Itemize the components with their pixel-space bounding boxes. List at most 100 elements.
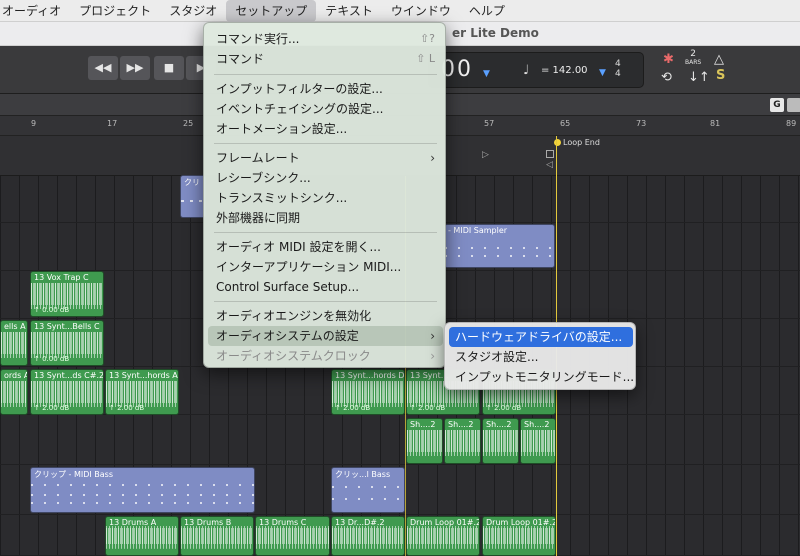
midi-region[interactable]: クリップ - MIDI Bass xyxy=(30,467,255,513)
bars-label: BARS xyxy=(685,59,702,66)
lcd-display[interactable]: 00 ▼ ♩ = 142.00 ▼ 4 4 xyxy=(428,52,644,88)
region-label: クリップ - MIDI Bass xyxy=(34,470,114,479)
solo-button[interactable]: S xyxy=(716,68,725,83)
snap-button[interactable] xyxy=(787,98,800,112)
menu-item-label: トランスミットシンク... xyxy=(216,191,348,205)
rewind-button[interactable]: ◀◀ xyxy=(88,56,118,80)
menu-separator xyxy=(214,74,437,75)
stop-button[interactable]: ■ xyxy=(154,56,184,80)
metronome-icon[interactable]: △ xyxy=(714,52,724,67)
punch-icon[interactable]: ↓↑ xyxy=(688,70,710,85)
menu-item-transmit-sync[interactable]: トランスミットシンク... xyxy=(208,188,443,208)
region-label: Sh....2 xyxy=(410,420,436,429)
menu-item-label: 外部機器に同期 xyxy=(216,211,301,225)
bar-number: 17 xyxy=(107,119,118,128)
bars-counter[interactable]: 2 BARS xyxy=(685,50,701,67)
region-label: - MIDI Sampler xyxy=(448,226,508,235)
audio-region[interactable]: 13 Synt...hords D ↑ 2.00 dB xyxy=(331,369,405,415)
submenu-item-label: スタジオ設定... xyxy=(455,350,539,364)
audio-region[interactable]: Sh....2 xyxy=(520,418,556,464)
audio-region[interactable]: Sh....2 xyxy=(406,418,443,464)
audio-region[interactable]: 13 Drums A xyxy=(105,516,179,556)
menu-item-label: レシーブシンク... xyxy=(216,171,311,185)
audio-region[interactable]: Sh....2 xyxy=(444,418,481,464)
menu-item-input-filter[interactable]: インプットフィルターの設定... xyxy=(208,79,443,99)
audio-region[interactable]: 13 Synt...hords A ↑ 2.00 dB xyxy=(105,369,179,415)
submenu-item-hardware-driver[interactable]: ハードウェアドライバの設定... xyxy=(449,327,633,347)
region-label: 13 Synt...Bells C xyxy=(34,322,100,331)
menu-item-label: オートメーション設定... xyxy=(216,122,348,136)
menu-window[interactable]: ウインドウ xyxy=(382,0,460,22)
audio-region[interactable]: 13 Drums B xyxy=(180,516,254,556)
cycle-icon[interactable]: ⟲ xyxy=(661,70,672,85)
menu-item-commands[interactable]: コマンド ⇧ L xyxy=(208,49,443,69)
record-icon[interactable]: ✱ xyxy=(663,52,674,67)
menu-item-run-command[interactable]: コマンド実行... ⇧? xyxy=(208,29,443,49)
submenu-item-input-monitoring[interactable]: インプットモニタリングモード... xyxy=(449,367,634,387)
bar-number: 65 xyxy=(560,119,571,128)
audio-region[interactable]: Drum Loop 01#.2 xyxy=(482,516,556,556)
menu-project[interactable]: プロジェクト xyxy=(70,0,160,22)
region-label: Sh....2 xyxy=(448,420,474,429)
midi-region[interactable]: クリッ...l Bass xyxy=(331,467,405,513)
region-gain: ↑ 2.00 dB xyxy=(335,404,371,412)
audio-region[interactable]: Sh....2 xyxy=(482,418,519,464)
loop-end-label: Loop End xyxy=(563,138,600,147)
region-label: 13 Vox Trap C xyxy=(34,273,89,282)
menu-item-label: オーディオエンジンを無効化 xyxy=(216,309,372,323)
menu-item-audio-system-settings[interactable]: オーディオシステムの設定 › xyxy=(208,326,443,346)
menu-item-control-surface[interactable]: Control Surface Setup... xyxy=(208,277,443,297)
audio-system-submenu: ハードウェアドライバの設定... スタジオ設定... インプットモニタリングモー… xyxy=(444,322,636,390)
chevron-right-icon: › xyxy=(430,329,435,343)
menu-item-label: コマンド xyxy=(216,52,265,66)
region-gain: ↑ 2.00 dB xyxy=(486,404,522,412)
region-label: クリッ...l Bass xyxy=(335,470,391,479)
menu-text[interactable]: テキスト xyxy=(316,0,382,22)
fast-forward-button[interactable]: ▶▶ xyxy=(120,56,150,80)
menu-item-sync-external[interactable]: 外部機器に同期 xyxy=(208,208,443,228)
menu-item-automation[interactable]: オートメーション設定... xyxy=(208,119,443,139)
audio-region[interactable]: ords A xyxy=(0,369,28,415)
audio-region[interactable]: 13 Synt...Bells C ↑ 0.00 dB xyxy=(30,320,104,366)
menu-item-label: Control Surface Setup... xyxy=(216,280,360,294)
menu-item-event-chasing[interactable]: イベントチェイシングの設定... xyxy=(208,99,443,119)
marker-left-icon: ◁ xyxy=(546,160,553,170)
chevron-down-icon: ▼ xyxy=(599,68,606,78)
submenu-item-studio-settings[interactable]: スタジオ設定... xyxy=(449,347,633,367)
region-label: ells A xyxy=(4,322,26,331)
menu-item-receive-sync[interactable]: レシーブシンク... xyxy=(208,168,443,188)
menu-item-disable-audio-engine[interactable]: オーディオエンジンを無効化 xyxy=(208,306,443,326)
region-label: ords A xyxy=(4,371,28,380)
audio-region[interactable]: Drum Loop 01#.2 xyxy=(406,516,480,556)
menu-item-audio-midi-setup[interactable]: オーディオ MIDI 設定を開く... xyxy=(208,237,443,257)
bar-number: 81 xyxy=(710,119,721,128)
menu-studio[interactable]: スタジオ xyxy=(160,0,226,22)
menu-setup[interactable]: セットアップ xyxy=(226,0,317,22)
tempo-readout[interactable]: = 142.00 xyxy=(541,65,588,76)
menu-item-audio-system-clock[interactable]: オーディオシステムクロック › xyxy=(208,346,443,366)
audio-region[interactable]: 13 Dr...D#.2 xyxy=(331,516,405,556)
menu-item-label: イベントチェイシングの設定... xyxy=(216,102,384,116)
time-signature[interactable]: 4 4 xyxy=(615,59,621,79)
region-label: 13 Synt...ds C#.2 xyxy=(34,371,104,380)
bar-number: 89 xyxy=(786,119,797,128)
bar-number: 9 xyxy=(31,119,37,128)
global-tracks-button[interactable]: G xyxy=(770,98,784,112)
time-sig-bottom: 4 xyxy=(615,69,621,79)
midi-region[interactable]: - MIDI Sampler xyxy=(444,224,555,268)
audio-region[interactable]: ells A xyxy=(0,320,28,366)
menu-item-frame-rate[interactable]: フレームレート › xyxy=(208,148,443,168)
chevron-right-icon: › xyxy=(430,151,435,165)
menu-item-inter-app-midi[interactable]: インターアプリケーション MIDI... xyxy=(208,257,443,277)
menu-audio[interactable]: オーディオ xyxy=(0,0,70,22)
stop-icon: ■ xyxy=(163,61,175,74)
region-label: 13 Drums B xyxy=(184,518,232,527)
menu-help[interactable]: ヘルプ xyxy=(460,0,514,22)
audio-region[interactable]: 13 Vox Trap C ↑ 0.00 dB xyxy=(30,271,104,317)
audio-region[interactable]: 13 Drums C xyxy=(255,516,330,556)
setup-menu: コマンド実行... ⇧? コマンド ⇧ L インプットフィルターの設定... イベン… xyxy=(203,22,446,368)
audio-region[interactable]: 13 Synt...ds C#.2 ↑ 2.00 dB xyxy=(30,369,104,415)
menu-item-label: オーディオ MIDI 設定を開く... xyxy=(216,240,381,254)
submenu-item-label: ハードウェアドライバの設定... xyxy=(455,330,623,344)
shortcut-label: ⇧ L xyxy=(416,52,435,65)
